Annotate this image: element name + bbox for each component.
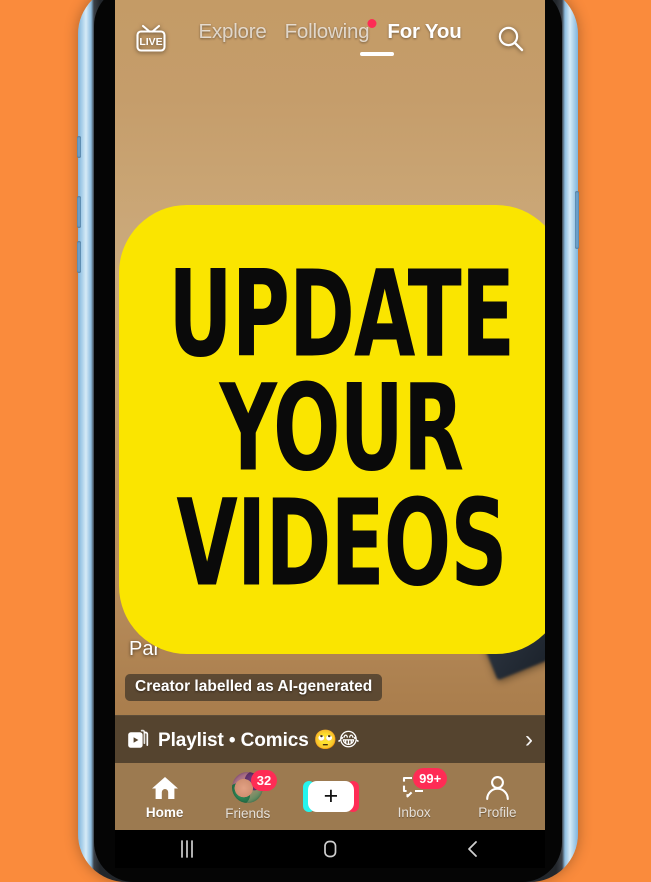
live-tv-icon: LIVE	[136, 24, 166, 52]
phone-screen: LIVE Explore Following For You Par UPDAT…	[115, 0, 545, 868]
overlay-line-1: UPDATE	[168, 245, 516, 385]
search-button[interactable]	[491, 20, 531, 58]
playlist-stack-icon	[128, 729, 149, 748]
tab-profile-label: Profile	[478, 804, 517, 820]
tab-profile[interactable]: Profile	[458, 763, 536, 830]
android-system-nav	[115, 830, 545, 868]
top-bar: LIVE Explore Following For You	[115, 0, 545, 72]
tab-home-label: Home	[145, 804, 184, 820]
overlay-line-2: YOUR	[219, 359, 465, 500]
live-button[interactable]: LIVE	[131, 20, 171, 58]
overlay-line-3: VIDEOS	[176, 473, 507, 614]
tab-friends-label: Friends	[225, 806, 271, 821]
tab-inbox-label: Inbox	[397, 804, 431, 820]
bottom-tab-bar: Home 32 Friends + 99+ Inbox Profile	[115, 763, 545, 830]
volume-up-button[interactable]	[77, 196, 81, 228]
promo-overlay-card: UPDATE YOUR VIDEOS	[119, 205, 545, 654]
tab-friends[interactable]: 32 Friends	[209, 763, 287, 830]
create-plus-glyph: +	[323, 782, 339, 810]
tab-following[interactable]: Following	[284, 19, 377, 44]
playlist-label: Playlist • Comics 🙄😂	[158, 729, 360, 751]
volume-down-button[interactable]	[77, 241, 81, 273]
recents-icon[interactable]	[174, 839, 200, 859]
tab-explore[interactable]: Explore	[198, 20, 266, 44]
home-icon	[151, 776, 178, 799]
following-notification-dot	[367, 19, 377, 28]
search-icon	[498, 26, 524, 52]
active-tab-underline	[360, 52, 394, 56]
tab-home[interactable]: Home	[126, 763, 204, 830]
ai-generated-label: Creator labelled as AI-generated	[125, 674, 383, 701]
person-icon	[485, 775, 509, 800]
playlist-bar[interactable]: Playlist • Comics 🙄😂 ›	[115, 715, 545, 763]
tab-create[interactable]: +	[292, 763, 370, 830]
tab-following-label: Following	[284, 20, 370, 43]
feed-tabs: Explore Following For You	[198, 19, 462, 44]
inbox-badge: 99+	[413, 768, 448, 789]
friends-badge: 32	[250, 770, 278, 791]
svg-text:LIVE: LIVE	[139, 36, 162, 48]
home-square-icon[interactable]	[317, 839, 343, 859]
power-button[interactable]	[575, 191, 579, 249]
back-chevron-icon[interactable]	[460, 839, 486, 859]
create-plus-icon[interactable]: +	[302, 781, 359, 812]
tab-for-you[interactable]: For You	[387, 20, 461, 44]
playlist-chevron-icon[interactable]: ›	[525, 727, 533, 752]
tab-inbox[interactable]: 99+ Inbox	[375, 763, 453, 830]
silent-switch[interactable]	[77, 136, 81, 158]
